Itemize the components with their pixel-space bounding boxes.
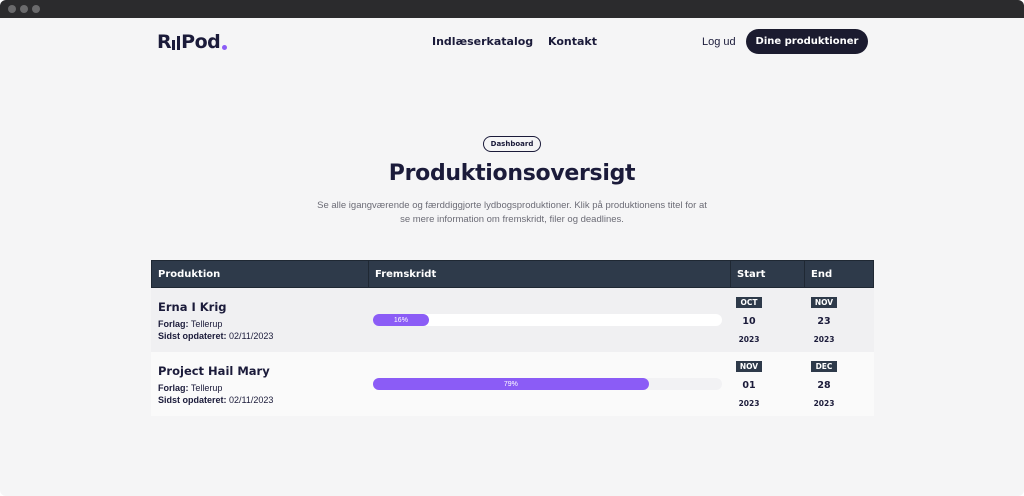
updated-value: 02/11/2023 — [229, 331, 274, 341]
publisher-value: Tellerup — [190, 319, 223, 329]
production-title-link[interactable]: Project Hail Mary — [158, 364, 270, 378]
progress-label: 79% — [503, 380, 518, 388]
logo-dot-icon — [222, 45, 228, 50]
progress-fill: 79% — [373, 378, 649, 390]
progress-label: 16% — [393, 316, 408, 324]
dashboard-badge: Dashboard — [483, 136, 541, 152]
logo-bars-icon — [172, 35, 181, 50]
nav-link-contact[interactable]: Kontakt — [548, 35, 597, 48]
maximize-window-dot[interactable] — [32, 5, 40, 13]
publisher-line: Forlag: Tellerup — [158, 383, 222, 393]
minimize-window-dot[interactable] — [20, 5, 28, 13]
start-month: OCT — [736, 297, 762, 308]
updated-line: Sidst opdateret: 02/11/2023 — [158, 395, 273, 405]
end-month: DEC — [811, 361, 837, 372]
end-year: 2023 — [813, 399, 835, 408]
logo-text-end: Pod — [181, 31, 221, 53]
progress-track: 79% — [373, 378, 722, 390]
logout-link[interactable]: Log ud — [702, 36, 736, 48]
close-window-dot[interactable] — [8, 5, 16, 13]
updated-value: 02/11/2023 — [229, 395, 274, 405]
updated-label: Sidst opdateret: — [158, 395, 227, 405]
browser-window: R Pod Indlæserkatalog Kontakt Log ud Din… — [0, 0, 1024, 496]
start-day: 01 — [742, 380, 756, 391]
start-month: NOV — [736, 361, 762, 372]
brand-logo[interactable]: R Pod — [157, 31, 228, 53]
end-month: NOV — [811, 297, 837, 308]
table-row[interactable]: Erna I Krig Forlag: Tellerup Sidst opdat… — [151, 288, 874, 352]
page-subtitle: Se alle igangværende og færddiggjorte ly… — [317, 200, 707, 225]
logo-text-start: R — [157, 31, 172, 53]
my-productions-button[interactable]: Dine produktioner — [746, 29, 868, 54]
end-day: 23 — [817, 316, 831, 327]
start-year: 2023 — [738, 335, 760, 344]
end-year: 2023 — [813, 335, 835, 344]
start-date: NOV 01 2023 — [729, 352, 805, 416]
end-date: DEC 28 2023 — [804, 352, 880, 416]
column-header-end: End — [804, 261, 875, 289]
publisher-value: Tellerup — [190, 383, 223, 393]
start-year: 2023 — [738, 399, 760, 408]
updated-line: Sidst opdateret: 02/11/2023 — [158, 331, 273, 341]
end-date: NOV 23 2023 — [804, 288, 880, 352]
table-header: Produktion Fremskridt Start End — [151, 260, 875, 289]
nav-link-catalog[interactable]: Indlæserkatalog — [432, 35, 533, 48]
page-title: Produktionsoversigt — [388, 161, 636, 186]
title-bar — [0, 0, 1024, 18]
end-day: 28 — [817, 380, 831, 391]
column-header-progress: Fremskridt — [368, 261, 730, 289]
progress-track: 16% — [373, 314, 722, 326]
start-day: 10 — [742, 316, 756, 327]
publisher-label: Forlag: — [158, 319, 189, 329]
production-title-link[interactable]: Erna I Krig — [158, 300, 227, 314]
column-header-production: Produktion — [158, 269, 221, 280]
publisher-line: Forlag: Tellerup — [158, 319, 222, 329]
updated-label: Sidst opdateret: — [158, 331, 227, 341]
publisher-label: Forlag: — [158, 383, 189, 393]
start-date: OCT 10 2023 — [729, 288, 805, 352]
progress-fill: 16% — [373, 314, 429, 326]
table-row[interactable]: Project Hail Mary Forlag: Tellerup Sidst… — [151, 352, 874, 416]
column-header-start: Start — [730, 261, 804, 289]
productions-table: Produktion Fremskridt Start End Erna I K… — [151, 260, 874, 416]
